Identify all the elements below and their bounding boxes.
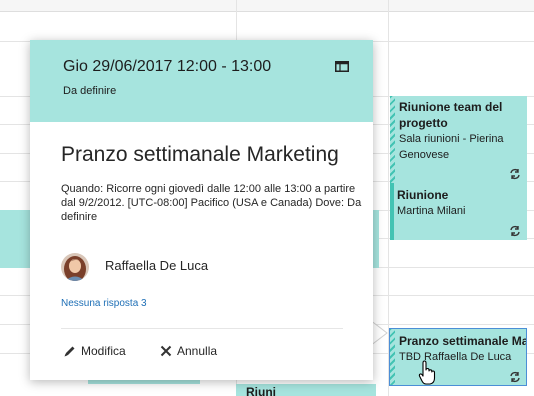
event-details-popup: Gio 29/06/2017 12:00 - 13:00 Da definire…: [30, 40, 373, 380]
event-description: Quando: Ricorre ogni giovedì dalle 12:00…: [61, 183, 362, 223]
edit-button[interactable]: Modifica: [63, 344, 126, 358]
event-location: Sala riunioni - Pierina Genovese: [399, 133, 504, 161]
calendar-event-block[interactable]: [0, 210, 30, 268]
responses-link[interactable]: Nessuna risposta 3: [61, 298, 147, 309]
event-title: Pranzo settimanale Marketing: [61, 143, 339, 166]
event-location: TBD Raffaella De Luca: [399, 351, 512, 363]
avatar: [61, 253, 89, 281]
organizer-name[interactable]: Raffaella De Luca: [105, 258, 208, 273]
hand-cursor-icon: [418, 360, 436, 385]
event-location: Martina Milani: [397, 205, 466, 217]
event-title: Riunione team del progetto: [399, 100, 503, 130]
cancel-label: Annulla: [177, 344, 218, 358]
calendar-event-partial[interactable]: Riuni: [236, 384, 376, 396]
event-location-header: Da definire: [63, 85, 117, 97]
calendar-event-team-meeting[interactable]: Riunione team del progetto Sala riunioni…: [390, 96, 527, 183]
x-icon: [160, 345, 172, 357]
recurrence-icon: [510, 225, 520, 237]
calendar-event-block[interactable]: [373, 210, 379, 268]
popup-header: Gio 29/06/2017 12:00 - 13:00 Da definire: [30, 40, 373, 122]
divider: [61, 328, 343, 329]
calendar-event-marketing-lunch[interactable]: Pranzo settimanale Mark TBD Raffaella De…: [390, 328, 527, 386]
event-datetime: Gio 29/06/2017 12:00 - 13:00: [63, 58, 272, 75]
calendar-event-meeting[interactable]: Riunione Martina Milani: [390, 183, 527, 240]
cancel-button[interactable]: Annulla: [160, 344, 217, 358]
pencil-icon: [64, 346, 75, 356]
calendar-view-icon[interactable]: [335, 61, 349, 72]
event-title: Riuni: [246, 385, 276, 396]
edit-label: Modifica: [81, 344, 126, 358]
event-title: Riunione: [397, 188, 449, 202]
calendar-header-strip: [0, 0, 534, 12]
recurrence-icon: [510, 168, 520, 180]
event-title: Pranzo settimanale Mark: [399, 334, 527, 348]
recurrence-icon: [510, 371, 520, 383]
grid-column-line: [388, 0, 389, 396]
